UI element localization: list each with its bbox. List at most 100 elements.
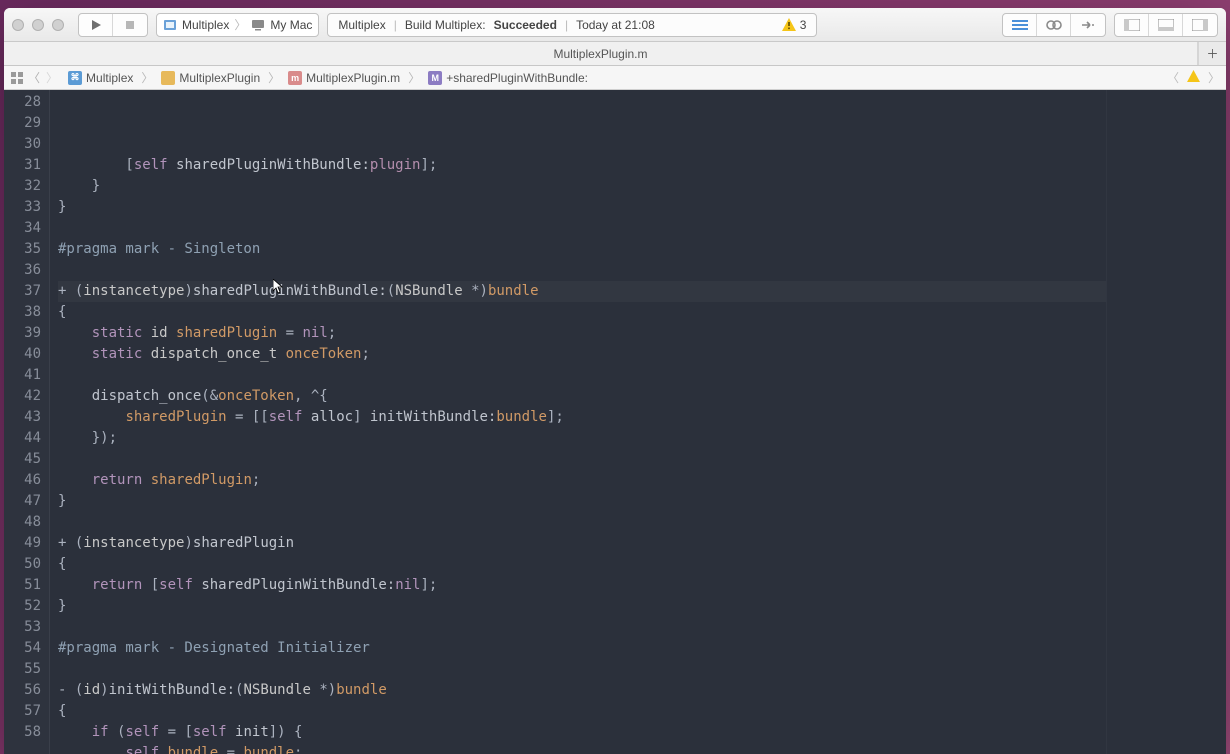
code-line[interactable] — [58, 512, 1106, 533]
code-line[interactable] — [58, 449, 1106, 470]
related-items-icon[interactable] — [10, 71, 24, 85]
code-line[interactable]: return [self sharedPluginWithBundle:nil]… — [58, 575, 1106, 596]
jump-back-button[interactable]: 〈 — [1167, 69, 1179, 86]
line-number: 38 — [4, 302, 41, 323]
code-line[interactable]: static id sharedPlugin = nil; — [58, 323, 1106, 344]
chevron-icon: 〉 — [266, 69, 282, 86]
zoom-window-button[interactable] — [52, 19, 64, 31]
panel-toggle-group — [1114, 13, 1218, 37]
run-button[interactable] — [79, 14, 113, 36]
code-line[interactable]: self.bundle = bundle; — [58, 743, 1106, 754]
breadcrumb-file[interactable]: m MultiplexPlugin.m — [286, 71, 402, 85]
code-line[interactable]: dispatch_once(&onceToken, ^{ — [58, 386, 1106, 407]
code-line[interactable] — [58, 659, 1106, 680]
code-line[interactable]: { — [58, 554, 1106, 575]
version-editor-button[interactable] — [1071, 14, 1105, 36]
code-line[interactable]: sharedPlugin = [[self alloc] initWithBun… — [58, 407, 1106, 428]
standard-editor-button[interactable] — [1003, 14, 1037, 36]
history-back-button[interactable]: 〈 — [28, 69, 40, 86]
breadcrumb-symbol[interactable]: M +sharedPluginWithBundle: — [426, 71, 590, 85]
method-icon: M — [428, 71, 442, 85]
toggle-debug-button[interactable] — [1149, 14, 1183, 36]
line-number: 43 — [4, 407, 41, 428]
breadcrumb-folder[interactable]: MultiplexPlugin — [159, 71, 262, 85]
new-tab-button[interactable]: ＋ — [1198, 42, 1226, 65]
m-file-icon: m — [288, 71, 302, 85]
line-number: 36 — [4, 260, 41, 281]
code-line[interactable]: } — [58, 491, 1106, 512]
assistant-editor-button[interactable] — [1037, 14, 1071, 36]
breadcrumb-symbol-label: +sharedPluginWithBundle: — [446, 71, 588, 85]
code-line[interactable]: return sharedPlugin; — [58, 470, 1106, 491]
breadcrumb-project-label: Multiplex — [86, 71, 133, 85]
code-area[interactable]: [self sharedPluginWithBundle:plugin]; }}… — [50, 90, 1106, 754]
toolbar: Multiplex 〉 My Mac Multiplex | Build Mul… — [4, 8, 1226, 42]
toggle-inspector-button[interactable] — [1183, 14, 1217, 36]
breadcrumb-folder-label: MultiplexPlugin — [179, 71, 260, 85]
code-line[interactable]: - (id)initWithBundle:(NSBundle *)bundle — [58, 680, 1106, 701]
scheme-device-label: My Mac — [270, 18, 312, 32]
jump-forward-button[interactable]: 〉 — [1208, 69, 1220, 86]
minimize-window-button[interactable] — [32, 19, 44, 31]
status-time: Today at 21:08 — [576, 18, 655, 32]
close-window-button[interactable] — [12, 19, 24, 31]
code-line[interactable]: + (instancetype)sharedPluginWithBundle:(… — [58, 281, 1106, 302]
history-nav: 〈 〉 — [28, 69, 58, 86]
tab-label: MultiplexPlugin.m — [553, 47, 647, 61]
scheme-separator: 〉 — [234, 16, 246, 33]
plus-icon: ＋ — [1206, 45, 1218, 62]
activity-status[interactable]: Multiplex | Build Multiplex: Succeeded |… — [327, 13, 817, 37]
code-line[interactable]: }); — [58, 428, 1106, 449]
chevron-icon: 〉 — [139, 69, 155, 86]
status-result: Succeeded — [494, 18, 557, 32]
line-number: 52 — [4, 596, 41, 617]
stop-button[interactable] — [113, 14, 147, 36]
line-number: 47 — [4, 491, 41, 512]
toggle-navigator-button[interactable] — [1115, 14, 1149, 36]
code-line[interactable]: #pragma mark - Designated Initializer — [58, 638, 1106, 659]
code-line[interactable] — [58, 260, 1106, 281]
code-line[interactable]: } — [58, 596, 1106, 617]
line-number: 42 — [4, 386, 41, 407]
warning-icon — [782, 18, 796, 31]
code-line[interactable]: static dispatch_once_t onceToken; — [58, 344, 1106, 365]
line-number: 39 — [4, 323, 41, 344]
code-line[interactable]: { — [58, 302, 1106, 323]
code-line[interactable]: #pragma mark - Singleton — [58, 239, 1106, 260]
line-number: 56 — [4, 680, 41, 701]
code-line[interactable]: } — [58, 176, 1106, 197]
code-line[interactable] — [58, 365, 1106, 386]
line-number: 50 — [4, 554, 41, 575]
code-line[interactable]: [self sharedPluginWithBundle:plugin]; — [58, 155, 1106, 176]
jump-bar: 〈 〉 ⌘ Multiplex 〉 MultiplexPlugin 〉 m Mu… — [4, 66, 1226, 90]
warning-count[interactable]: 3 — [782, 18, 807, 32]
xcode-window: Multiplex 〉 My Mac Multiplex | Build Mul… — [4, 8, 1226, 754]
line-number: 51 — [4, 575, 41, 596]
line-number: 31 — [4, 155, 41, 176]
jump-warning-icon[interactable] — [1187, 70, 1200, 85]
code-line[interactable]: if (self = [self init]) { — [58, 722, 1106, 743]
line-number: 37 — [4, 281, 41, 302]
code-line[interactable] — [58, 617, 1106, 638]
warning-count-value: 3 — [800, 18, 807, 32]
line-number: 32 — [4, 176, 41, 197]
line-number: 29 — [4, 113, 41, 134]
line-number: 57 — [4, 701, 41, 722]
code-line[interactable]: + (instancetype)sharedPlugin — [58, 533, 1106, 554]
code-line[interactable]: { — [58, 701, 1106, 722]
line-number: 58 — [4, 722, 41, 743]
scheme-selector[interactable]: Multiplex 〉 My Mac — [156, 13, 319, 37]
editor-right-pad — [1106, 90, 1226, 754]
breadcrumb-file-label: MultiplexPlugin.m — [306, 71, 400, 85]
editor-mode-group — [1002, 13, 1106, 37]
line-number: 40 — [4, 344, 41, 365]
tab-active[interactable]: MultiplexPlugin.m — [4, 42, 1198, 65]
source-editor[interactable]: 2829303132333435363738394041424344454647… — [4, 90, 1226, 754]
code-line[interactable]: } — [58, 197, 1106, 218]
line-number: 46 — [4, 470, 41, 491]
breadcrumb-project[interactable]: ⌘ Multiplex — [66, 71, 135, 85]
line-number: 49 — [4, 533, 41, 554]
history-forward-button[interactable]: 〉 — [46, 69, 58, 86]
chevron-icon: 〉 — [406, 69, 422, 86]
code-line[interactable] — [58, 218, 1106, 239]
